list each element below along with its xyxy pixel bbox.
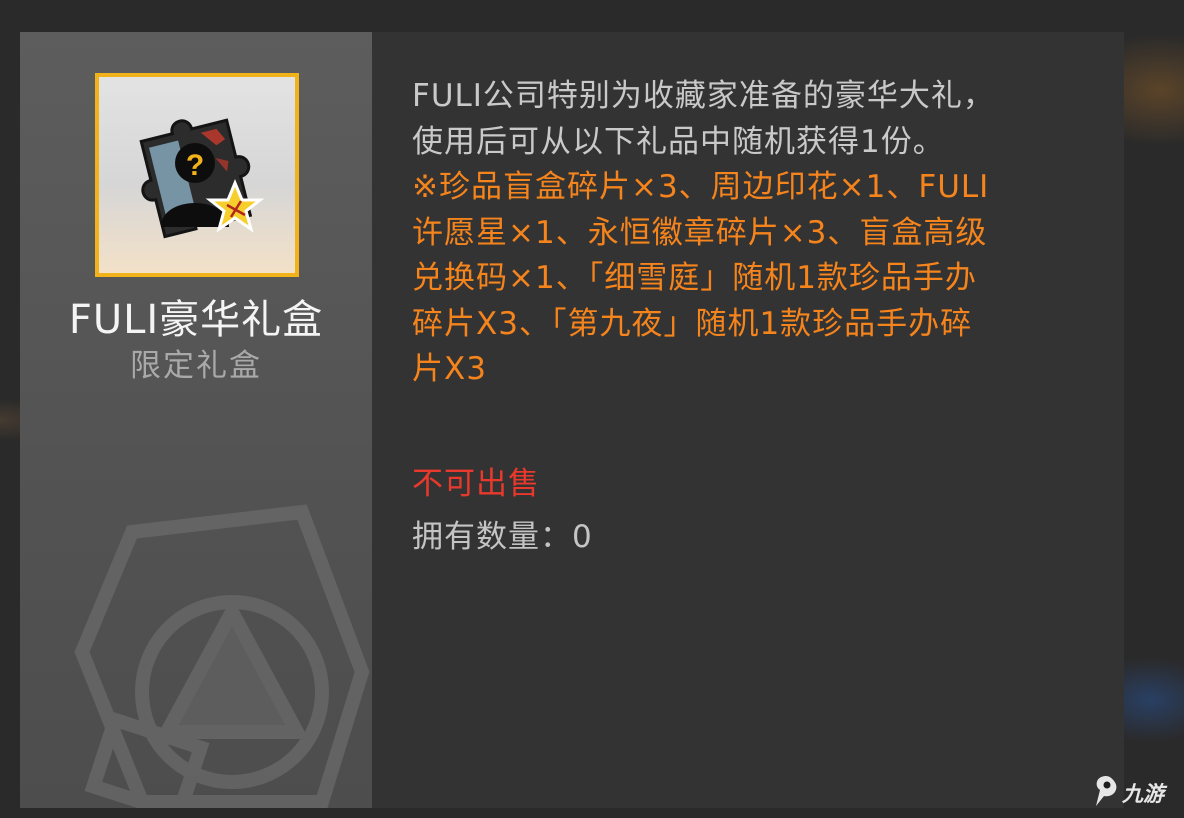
reward-list-line: 许愿星×1、永恒徽章碎片×3、盲盒高级 xyxy=(412,214,988,251)
item-icon-frame: ? xyxy=(95,73,299,277)
jiuyou-logo-icon xyxy=(1096,776,1117,806)
reward-list-line: ※珍品盲盒碎片×3、周边印花×1、FULI xyxy=(412,169,990,205)
reward-list-line: 兑换码×1、「细雪庭」随机1款珍品手办 xyxy=(412,260,977,296)
not-sellable-label: 不可出售 xyxy=(412,466,540,502)
reward-list-line: 碎片X3、「第九夜」随机1款珍品手办碎 xyxy=(412,305,973,342)
description-intro-line-1: FULI公司特别为收藏家准备的豪华大礼， xyxy=(412,78,995,114)
svg-text:?: ? xyxy=(186,149,204,182)
watermark: 九游 xyxy=(1092,772,1184,812)
watermark-text: 九游 xyxy=(1122,782,1164,806)
item-description: FULI公司特别为收藏家准备的豪华大礼， 使用后可从以下礼品中随机获得1份。 ※… xyxy=(412,74,1102,393)
item-card: ? FULI豪华礼盒 限定礼盒 xyxy=(20,32,372,808)
description-intro-line-2: 使用后可从以下礼品中随机获得1份。 xyxy=(412,123,945,160)
item-name: FULI豪华礼盒 xyxy=(68,297,324,343)
mystery-puzzle-icon: ? xyxy=(139,118,265,239)
owned-count: 拥有数量：0 xyxy=(412,519,593,555)
reward-list-line: 片X3 xyxy=(412,351,487,387)
item-type: 限定礼盒 xyxy=(130,348,262,384)
background-emblem-icon xyxy=(74,504,370,808)
